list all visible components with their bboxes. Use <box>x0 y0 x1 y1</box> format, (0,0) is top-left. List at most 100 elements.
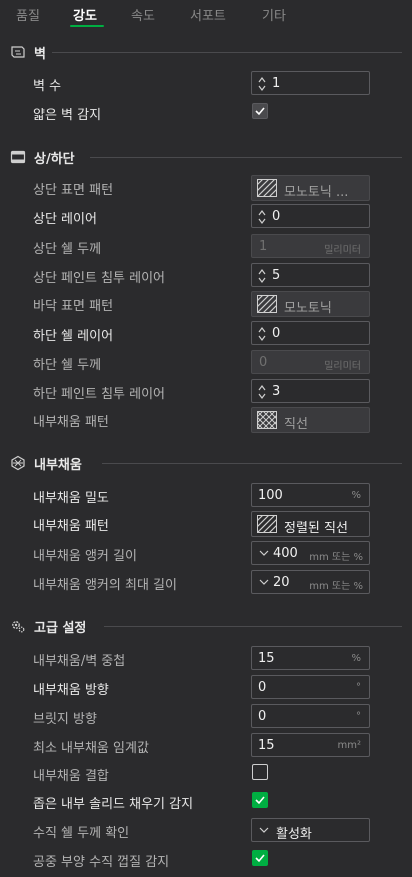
section-infill: 내부채움 <box>10 453 402 473</box>
label-narrow-solid-infill: 좁은 내부 솔리드 채우기 감지 <box>33 797 194 812</box>
label-top-shell-thickness: 상단 쉘 두께 <box>33 242 102 257</box>
top-pattern-value: 모노토닉 ... <box>284 185 349 200</box>
label-bridge-direction: 브릿지 방향 <box>33 712 97 727</box>
bottom-paint-layers-spinner[interactable]: 3 <box>251 379 370 403</box>
anchor-max-combo[interactable]: 20 mm 또는 % <box>251 570 370 594</box>
infill-wall-overlap-unit: % <box>351 653 361 664</box>
row-bottom-pattern: 바닥 표면 패턴 모노토닉 <box>0 291 412 317</box>
anchor-length-combo[interactable]: 400 mm 또는 % <box>251 541 370 565</box>
active-tab-indicator <box>70 25 104 27</box>
top-shell-thickness-input[interactable]: 1 밀리미터 <box>251 234 370 258</box>
label-bottom-shell-thickness: 하단 쉘 두께 <box>33 358 102 373</box>
checkmark-icon <box>255 854 265 863</box>
row-bottom-shell-thickness: 하단 쉘 두께 0 밀리미터 <box>0 350 412 374</box>
min-infill-threshold-value: 15 <box>258 738 275 753</box>
tab-support[interactable]: 서포트 <box>190 5 226 24</box>
spinner-arrows-icon[interactable] <box>257 383 267 401</box>
row-infill-density: 내부채움 밀도 100 % <box>0 483 412 507</box>
row-wall-count: 벽 수 1 <box>0 71 412 95</box>
vertical-shell-check-dropdown[interactable]: 활성화 <box>251 818 370 842</box>
spinner-arrows-icon[interactable] <box>257 75 267 93</box>
section-divider <box>102 463 402 464</box>
anchor-length-unit: mm 또는 % <box>309 552 363 563</box>
bottom-paint-layers-value: 3 <box>272 384 281 399</box>
label-top-pattern: 상단 표면 패턴 <box>33 183 114 198</box>
bottom-pattern-select[interactable]: 모노토닉 <box>251 291 370 317</box>
min-infill-threshold-input[interactable]: 15 mm² <box>251 733 370 757</box>
section-advanced: 고급 설정 <box>10 616 402 636</box>
row-infill-pattern: 내부채움 패턴 정렬된 직선 <box>0 511 412 537</box>
top-layers-spinner[interactable]: 0 <box>251 204 370 228</box>
row-bottom-paint-layers: 하단 페인트 침투 레이어 3 <box>0 379 412 403</box>
infill-pattern-select[interactable]: 정렬된 직선 <box>251 511 370 537</box>
bridge-direction-input[interactable]: 0 ° <box>251 704 370 728</box>
tab-others[interactable]: 기타 <box>262 5 286 24</box>
label-infill-pattern: 내부채움 패턴 <box>33 519 109 534</box>
wall-icon <box>11 46 25 58</box>
chevron-down-icon[interactable] <box>259 548 269 558</box>
infill-wall-overlap-value: 15 <box>258 651 275 666</box>
layers-icon <box>10 150 26 164</box>
label-wall-count: 벽 수 <box>33 79 62 94</box>
infill-wall-overlap-input[interactable]: 15 % <box>251 646 370 670</box>
label-bottom-pattern: 바닥 표면 패턴 <box>33 299 114 314</box>
label-bottom-paint-layers: 하단 페인트 침투 레이어 <box>33 387 165 402</box>
narrow-solid-infill-checkbox[interactable] <box>252 792 268 808</box>
floating-vertical-shell-checkbox[interactable] <box>252 850 268 866</box>
section-walls: 벽 <box>10 42 402 62</box>
top-shell-thickness-unit: 밀리미터 <box>324 245 361 256</box>
row-infill-direction: 내부채움 방향 0 ° <box>0 675 412 699</box>
label-anchor-max: 내부채움 앵커의 최대 길이 <box>33 578 177 593</box>
bottom-layers-spinner[interactable]: 0 <box>251 321 370 345</box>
label-top-paint-layers: 상단 페인트 침투 레이어 <box>33 271 165 286</box>
checkmark-icon <box>255 796 265 805</box>
label-infill-density: 내부채움 밀도 <box>33 491 109 506</box>
top-pattern-select[interactable]: 모노토닉 ... <box>251 175 370 201</box>
wall-count-spinner[interactable]: 1 <box>251 71 370 95</box>
anchor-max-value: 20 <box>273 575 290 590</box>
infill-pattern-value: 정렬된 직선 <box>284 521 348 536</box>
section-divider <box>104 626 402 627</box>
bridge-direction-value: 0 <box>258 709 267 724</box>
inner-pattern-value: 직선 <box>284 417 308 432</box>
infill-density-input[interactable]: 100 % <box>251 483 370 507</box>
min-infill-threshold-unit: mm² <box>337 740 362 751</box>
row-bridge-direction: 브릿지 방향 0 ° <box>0 704 412 728</box>
spinner-arrows-icon[interactable] <box>257 325 267 343</box>
section-divider <box>52 52 402 53</box>
bottom-shell-thickness-input[interactable]: 0 밀리미터 <box>251 350 370 374</box>
infill-density-value: 100 <box>258 488 283 503</box>
advanced-settings-icon <box>12 621 25 633</box>
section-top-bottom: 상/하단 <box>10 147 402 167</box>
inner-pattern-select[interactable]: 직선 <box>251 407 370 433</box>
top-paint-layers-value: 5 <box>272 268 281 283</box>
infill-direction-input[interactable]: 0 ° <box>251 675 370 699</box>
chevron-down-icon[interactable] <box>259 825 269 835</box>
label-vertical-shell-check: 수직 쉘 두께 확인 <box>33 826 130 841</box>
spinner-arrows-icon[interactable] <box>257 208 267 226</box>
infill-density-unit: % <box>351 490 361 501</box>
bridge-direction-unit: ° <box>356 711 361 722</box>
section-title-top-bottom: 상/하단 <box>34 152 75 167</box>
section-divider <box>90 157 402 158</box>
label-bottom-layers: 하단 쉘 레이어 <box>33 329 114 344</box>
tab-speed[interactable]: 속도 <box>131 5 155 24</box>
thin-wall-checkbox[interactable] <box>252 103 268 119</box>
row-floating-vertical-shell: 공중 부양 수직 껍질 감지 <box>0 847 412 871</box>
top-paint-layers-spinner[interactable]: 5 <box>251 263 370 287</box>
row-bottom-layers: 하단 쉘 레이어 0 <box>0 321 412 345</box>
label-infill-wall-overlap: 내부채움/벽 중첩 <box>33 654 126 669</box>
label-anchor-length: 내부채움 앵커 길이 <box>33 549 137 564</box>
monotonic-pattern-icon <box>257 179 277 197</box>
label-floating-vertical-shell: 공중 부양 수직 껍질 감지 <box>33 855 170 870</box>
top-shell-thickness-value: 1 <box>259 239 268 254</box>
row-min-infill-threshold: 최소 내부채움 임계값 15 mm² <box>0 733 412 757</box>
aligned-rectilinear-pattern-icon <box>257 515 277 533</box>
infill-icon <box>11 455 25 471</box>
infill-combination-checkbox[interactable] <box>252 764 268 780</box>
chevron-down-icon[interactable] <box>259 577 269 587</box>
label-top-layers: 상단 레이어 <box>33 212 97 227</box>
tab-quality[interactable]: 품질 <box>16 5 40 24</box>
spinner-arrows-icon[interactable] <box>257 267 267 285</box>
tab-strength[interactable]: 강도 <box>73 5 97 24</box>
